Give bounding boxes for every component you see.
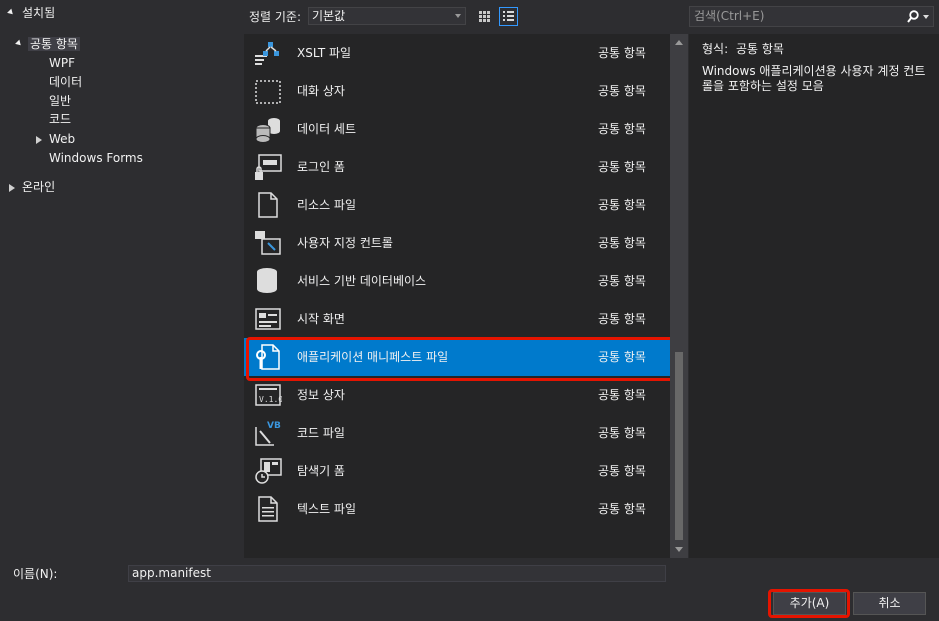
details-view-button[interactable] xyxy=(499,7,518,26)
tree-node-code[interactable]: 코드 xyxy=(49,110,71,129)
template-item-explorer-form[interactable]: 탐색기 폼 공통 항목 xyxy=(244,452,670,490)
template-item-resource-file[interactable]: 리소스 파일 공통 항목 xyxy=(244,186,670,224)
tree-node-general[interactable]: 일반 xyxy=(49,92,71,111)
dialog-icon xyxy=(255,80,281,104)
template-list: XSLT 파일 공통 항목 대화 상자 공통 항목 데이터 세트 공통 항목 로… xyxy=(244,34,688,558)
template-item-database[interactable]: 서비스 기반 데이터베이스 공통 항목 xyxy=(244,262,670,300)
name-label: 이름(N): xyxy=(13,567,58,581)
login-form-icon xyxy=(255,154,282,180)
template-item-about-box[interactable]: V.1.0 정보 상자 공통 항목 xyxy=(244,376,670,414)
sort-dropdown[interactable]: 기본값 xyxy=(308,7,466,25)
collapsed-caret-icon[interactable] xyxy=(36,136,42,144)
tree-node-online[interactable]: 온라인 xyxy=(9,178,55,197)
template-item-splash-screen[interactable]: 시작 화면 공통 항목 xyxy=(244,300,670,338)
resource-file-icon xyxy=(258,192,278,218)
svg-text:V.1.0: V.1.0 xyxy=(259,395,282,404)
collapsed-caret-icon[interactable] xyxy=(9,184,15,192)
search-options-dropdown-icon[interactable] xyxy=(923,15,929,19)
tree-node-data[interactable]: 데이터 xyxy=(49,73,82,92)
template-item-login-form[interactable]: 로그인 폼 공통 항목 xyxy=(244,148,670,186)
template-item-custom-control[interactable]: 사용자 지정 컨트롤 공통 항목 xyxy=(244,224,670,262)
cancel-button[interactable]: 취소 xyxy=(853,592,926,615)
tree-node-wpf[interactable]: WPF xyxy=(49,54,75,73)
sort-label: 정렬 기준: xyxy=(249,10,302,24)
sort-value: 기본값 xyxy=(312,9,346,23)
dataset-icon xyxy=(255,118,280,143)
template-item-xslt[interactable]: XSLT 파일 공통 항목 xyxy=(244,34,670,72)
grid-view-icon xyxy=(479,11,490,22)
type-line: 형식: 공통 항목 xyxy=(702,42,784,56)
add-button[interactable]: 추가(A) xyxy=(773,592,846,615)
dropdown-arrow-icon xyxy=(455,14,461,18)
name-input[interactable]: app.manifest xyxy=(128,565,666,582)
splash-screen-icon xyxy=(255,308,281,330)
manifest-file-icon xyxy=(256,344,280,370)
template-item-text-file[interactable]: 텍스트 파일 공통 항목 xyxy=(244,490,670,528)
small-icons-view-button[interactable] xyxy=(475,7,494,26)
list-scrollbar[interactable] xyxy=(670,34,688,558)
template-item-dataset[interactable]: 데이터 세트 공통 항목 xyxy=(244,110,670,148)
search-input[interactable]: 검색(Ctrl+E) xyxy=(689,6,934,27)
svg-text:VB: VB xyxy=(267,421,281,431)
database-icon xyxy=(257,268,277,293)
xslt-file-icon xyxy=(255,42,279,65)
tree-node-web[interactable]: Web xyxy=(36,130,75,149)
list-view-icon xyxy=(503,11,514,21)
template-item-dialog[interactable]: 대화 상자 공통 항목 xyxy=(244,72,670,110)
scroll-down-icon[interactable] xyxy=(675,547,683,552)
scrollbar-thumb[interactable] xyxy=(675,352,683,540)
template-item-app-manifest[interactable]: 애플리케이션 매니페스트 파일 공통 항목 xyxy=(244,338,670,376)
template-item-code-file[interactable]: VB 코드 파일 공통 항목 xyxy=(244,414,670,452)
template-description: Windows 애플리케이션용 사용자 계정 컨트롤을 포함하는 설정 모음 xyxy=(702,64,926,93)
custom-control-icon xyxy=(255,231,281,255)
detail-pane: 형식: 공통 항목 Windows 애플리케이션용 사용자 계정 컨트롤을 포함… xyxy=(689,34,939,558)
expanded-caret-icon xyxy=(7,8,15,17)
tree-node-installed[interactable]: 설치됨 xyxy=(7,4,55,23)
code-file-icon: VB xyxy=(255,421,281,446)
scroll-up-icon[interactable] xyxy=(675,40,683,45)
expanded-caret-icon xyxy=(15,39,23,48)
search-icon[interactable] xyxy=(907,10,919,24)
explorer-form-icon xyxy=(255,458,282,484)
tree-node-common[interactable]: 공통 항목 xyxy=(15,35,80,54)
about-box-icon: V.1.0 xyxy=(255,384,282,406)
tree-node-windows-forms[interactable]: Windows Forms xyxy=(49,149,143,168)
text-file-icon xyxy=(258,496,278,522)
template-tree: 설치됨 공통 항목 WPF 데이터 일반 코드 Web Windows Form… xyxy=(0,0,243,558)
